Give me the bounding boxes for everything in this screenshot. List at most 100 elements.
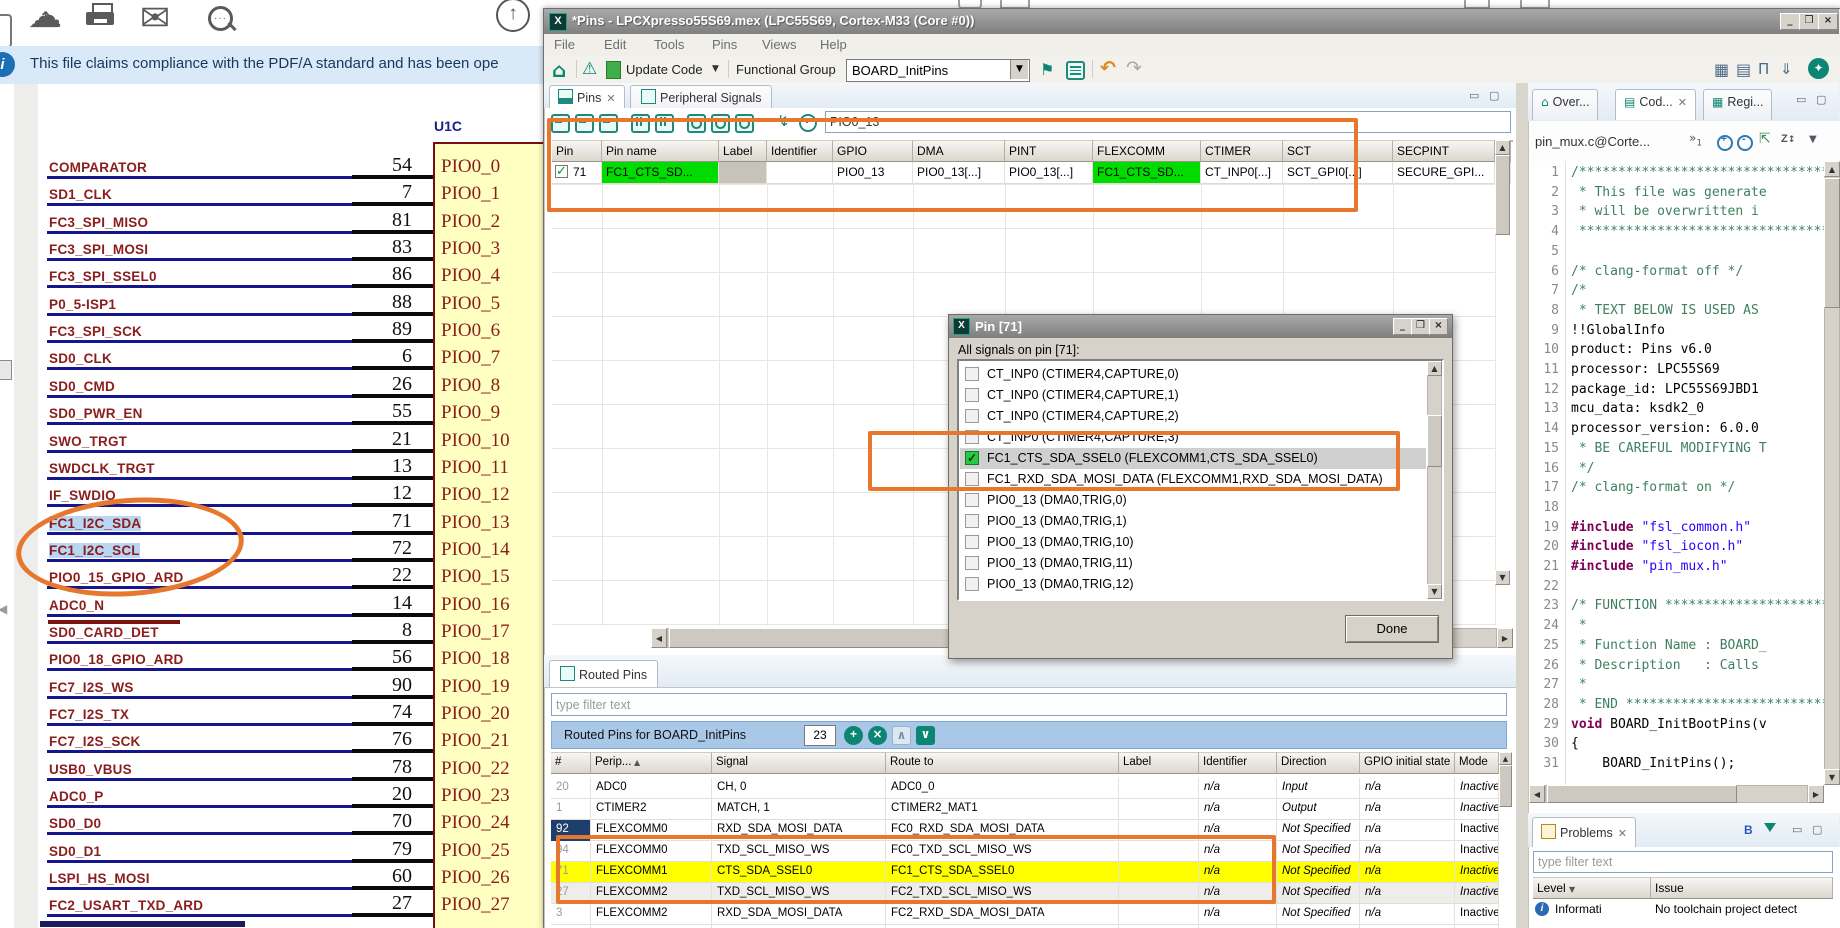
routed-row[interactable]: 3FLEXCOMM2RXD_SDA_MOSI_DATAFC2_RXD_SDA_M… bbox=[551, 904, 1499, 925]
update-code-dropdown-icon[interactable]: ▼ bbox=[712, 64, 719, 74]
routed-row[interactable]: 20ADC0CH, 0ADC0_0n/aInputn/aInactive bbox=[551, 778, 1499, 799]
code-vscroll-up[interactable]: ▲ bbox=[1824, 161, 1840, 177]
maximize-button[interactable]: ❒ bbox=[1799, 13, 1819, 30]
pins-vscroll-thumb[interactable] bbox=[1495, 155, 1510, 235]
tool-circle-icon[interactable]: ✦ bbox=[1808, 58, 1829, 79]
routed-col-mode[interactable]: Mode bbox=[1455, 752, 1499, 774]
problems-minimize-icon[interactable]: ▭ bbox=[1792, 823, 1802, 836]
done-button[interactable]: Done bbox=[1345, 615, 1439, 643]
maximize-view-icon[interactable]: ▢ bbox=[1489, 89, 1499, 102]
update-code-icon[interactable] bbox=[606, 61, 621, 79]
dialog-titlebar[interactable]: X Pin [71] _ ❒ × bbox=[949, 315, 1452, 338]
signal-checkbox[interactable] bbox=[965, 493, 979, 507]
tab-close-icon[interactable]: ✕ bbox=[1678, 96, 1687, 109]
problems-row[interactable]: i Informati No toolchain project detect bbox=[1533, 899, 1833, 921]
signal-option[interactable]: PIO0_13 (DMA0,TRIG,10) bbox=[960, 532, 1426, 553]
filter-funnel-icon[interactable] bbox=[1764, 823, 1776, 832]
signal-checkbox[interactable] bbox=[965, 409, 979, 423]
editor-file-label[interactable]: pin_mux.c@Corte... bbox=[1535, 134, 1650, 149]
zoom-search-icon[interactable]: ··· bbox=[206, 4, 240, 36]
right-maximize-view-icon[interactable]: ▢ bbox=[1816, 93, 1826, 106]
move-down-button[interactable]: ∨ bbox=[916, 726, 935, 745]
undo-icon[interactable]: ↶ bbox=[1100, 57, 1116, 79]
minimize-view-icon[interactable]: ▭ bbox=[1469, 89, 1479, 102]
menu-pins[interactable]: Pins bbox=[712, 37, 737, 52]
signal-checkbox[interactable] bbox=[965, 514, 979, 528]
tab-problems[interactable]: Problems✕ bbox=[1532, 817, 1636, 851]
menu-help[interactable]: Help bbox=[820, 37, 847, 52]
dialog-minimize-button[interactable]: _ bbox=[1393, 318, 1412, 335]
combo-dropdown-icon[interactable]: ▼ bbox=[1010, 60, 1028, 79]
routed-filter-input[interactable] bbox=[551, 693, 1507, 716]
signal-option[interactable]: PIO0_13 (DMA0,TRIG,1) bbox=[960, 511, 1426, 532]
add-pin-button[interactable]: + bbox=[844, 726, 863, 745]
pins-hscroll-left[interactable]: ◀ bbox=[651, 628, 667, 648]
margin-marker-icon[interactable]: ◀ bbox=[0, 602, 7, 616]
close-button[interactable]: × bbox=[1818, 13, 1838, 30]
routed-row[interactable]: 1CTIMER2MATCH, 1CTIMER2_MAT1n/aOutputn/a… bbox=[551, 799, 1499, 820]
home-icon[interactable]: ⌂ bbox=[552, 58, 566, 82]
dialog-vscroll-thumb[interactable] bbox=[1427, 415, 1442, 467]
move-up-button[interactable]: ∧ bbox=[892, 726, 911, 745]
editor-menu-dropdown-icon[interactable]: ▼ bbox=[1809, 134, 1817, 145]
problems-filter-input[interactable] bbox=[1533, 851, 1833, 873]
warning-icon[interactable]: ⚠ bbox=[582, 59, 597, 79]
package-view-icon[interactable]: ▤ bbox=[1736, 60, 1751, 79]
problems-col-level[interactable]: Level ▼ bbox=[1533, 877, 1651, 899]
zoom-out-icon[interactable]: - bbox=[1737, 135, 1753, 151]
editor-overflow-icon[interactable]: »1 bbox=[1689, 131, 1702, 148]
pins-vscroll-up[interactable]: ▲ bbox=[1495, 140, 1510, 155]
signal-option[interactable]: PIO0_13 (DMA0,TRIG,0) bbox=[960, 490, 1426, 511]
signal-option[interactable]: CT_INP0 (CTIMER4,CAPTURE,1) bbox=[960, 385, 1426, 406]
signal-checkbox[interactable] bbox=[965, 577, 979, 591]
notes-icon[interactable] bbox=[1066, 61, 1085, 80]
bookmark-icon[interactable]: B bbox=[1744, 823, 1753, 837]
power-view-icon[interactable]: Π bbox=[1758, 60, 1769, 78]
routed-vscroll-thumb[interactable] bbox=[1499, 765, 1512, 807]
menu-edit[interactable]: Edit bbox=[604, 37, 626, 52]
pins-hscroll-right[interactable]: ▶ bbox=[1497, 628, 1513, 648]
signal-checkbox[interactable] bbox=[965, 388, 979, 402]
routed-col--[interactable]: # bbox=[551, 752, 591, 774]
code-hscroll-thumb[interactable] bbox=[1547, 785, 1737, 803]
problems-maximize-icon[interactable]: ▢ bbox=[1812, 823, 1822, 836]
tab-cod[interactable]: ▤Cod...✕ bbox=[1615, 89, 1696, 120]
code-editor[interactable]: 1/***********************************2 *… bbox=[1529, 161, 1824, 785]
code-vscroll-down[interactable]: ▼ bbox=[1824, 769, 1840, 785]
dialog-vscroll-track[interactable] bbox=[1427, 361, 1442, 599]
functional-group-select[interactable]: BOARD_InitPins ▼ bbox=[846, 59, 1030, 82]
print-icon[interactable] bbox=[86, 8, 116, 28]
dialog-maximize-button[interactable]: ❒ bbox=[1411, 318, 1430, 335]
zoom-in-icon[interactable]: + bbox=[1717, 135, 1733, 151]
menu-file[interactable]: File bbox=[554, 37, 575, 52]
dialog-vscroll-down[interactable]: ▼ bbox=[1427, 584, 1442, 599]
code-hscroll-left[interactable]: ◀ bbox=[1529, 785, 1545, 803]
signal-checkbox[interactable] bbox=[965, 367, 979, 381]
right-minimize-view-icon[interactable]: ▭ bbox=[1796, 93, 1806, 106]
routed-col-perip-[interactable]: Perip... ▲ bbox=[591, 752, 712, 774]
routed-col-identifier[interactable]: Identifier bbox=[1199, 752, 1277, 774]
dialog-vscroll-up[interactable]: ▲ bbox=[1427, 361, 1442, 376]
minimize-button[interactable]: _ bbox=[1780, 13, 1800, 30]
pins-vscroll-down[interactable]: ▼ bbox=[1495, 570, 1510, 585]
signal-checkbox[interactable] bbox=[965, 535, 979, 549]
routed-col-signal[interactable]: Signal bbox=[712, 752, 886, 774]
tab-close-icon[interactable]: ✕ bbox=[606, 92, 615, 105]
signal-option[interactable]: CT_INP0 (CTIMER4,CAPTURE,2) bbox=[960, 406, 1426, 427]
tab-over[interactable]: ⌂Over... bbox=[1532, 89, 1598, 120]
scroll-up-circle-icon[interactable]: ↑ bbox=[496, 0, 530, 32]
tab-regi[interactable]: ▦Regi... bbox=[1703, 89, 1772, 120]
dialog-close-button[interactable]: × bbox=[1429, 318, 1448, 335]
routed-vscroll-up[interactable]: ▲ bbox=[1499, 752, 1512, 765]
pins-vscrollbar[interactable] bbox=[1511, 140, 1513, 142]
pins-col-secpint[interactable]: SECPINT bbox=[1393, 140, 1495, 162]
expand-down-icon[interactable]: ⇓ bbox=[1780, 60, 1793, 78]
problems-col-issue[interactable]: Issue bbox=[1651, 877, 1833, 899]
sort-icon[interactable]: Z↕ bbox=[1781, 133, 1795, 145]
signal-option[interactable]: PIO0_13 (DMA0,TRIG,11) bbox=[960, 553, 1426, 574]
problems-tab-close-icon[interactable]: ✕ bbox=[1618, 827, 1627, 840]
routed-col-route-to[interactable]: Route to bbox=[886, 752, 1119, 774]
menu-tools[interactable]: Tools bbox=[654, 37, 684, 52]
code-vscroll-thumb[interactable] bbox=[1824, 178, 1840, 308]
routed-col-direction[interactable]: Direction bbox=[1277, 752, 1360, 774]
